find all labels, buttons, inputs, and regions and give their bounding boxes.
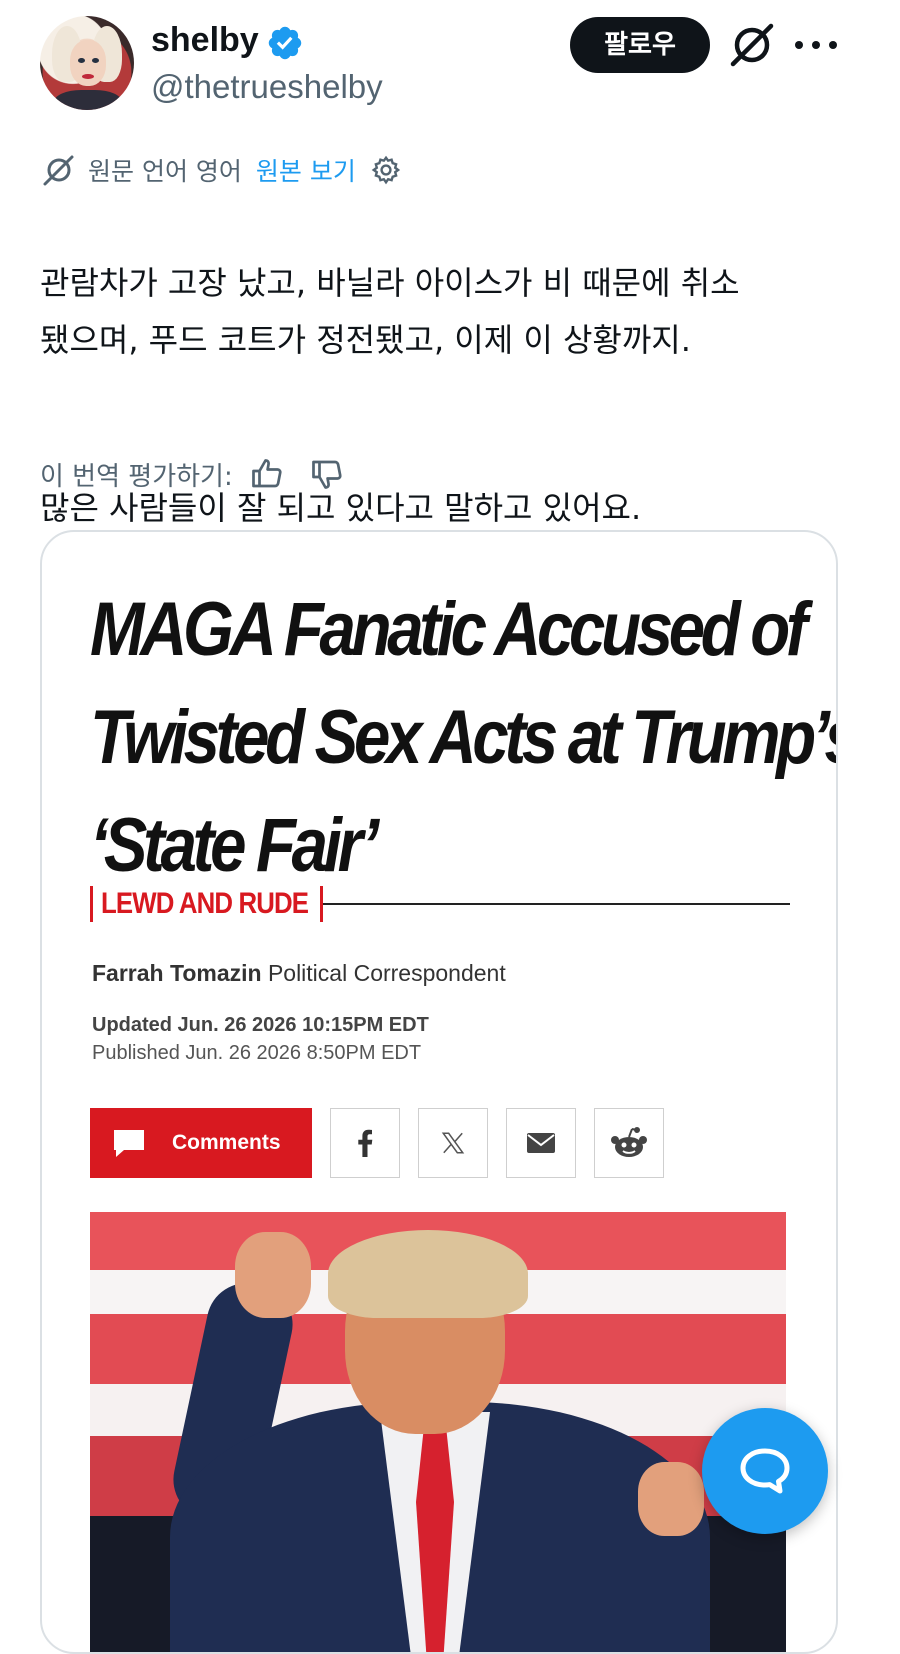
chat-bubble-icon[interactable] [702, 1408, 828, 1534]
gear-icon[interactable] [370, 154, 402, 186]
kicker-label: LEWD AND RUDE [101, 887, 309, 920]
rate-translation: 이 번역 평가하기: [40, 452, 345, 496]
kicker-rule [322, 903, 790, 905]
reddit-icon [594, 1108, 664, 1178]
share-row: Comments [90, 1108, 664, 1180]
display-name[interactable]: shelby [151, 18, 259, 62]
comments-label: Comments [172, 1131, 281, 1154]
byline-role: Political Correspondent [267, 960, 506, 986]
comment-icon [114, 1130, 144, 1157]
byline: Farrah Tomazin Political Correspondent [92, 960, 506, 987]
kicker-divider [90, 886, 93, 922]
grok-translate-icon [43, 155, 74, 186]
byline-name: Farrah Tomazin [92, 960, 262, 986]
translation-bar: 원문 언어 영어 원본 보기 [40, 150, 402, 190]
follow-button[interactable]: 팔로우 [570, 17, 710, 73]
email-icon [506, 1108, 576, 1178]
original-language-label: 원문 언어 영어 [88, 157, 242, 186]
published-timestamp: Published Jun. 26 2026 8:50PM EDT [92, 1042, 422, 1064]
tweet-paragraph: 관람차가 고장 났고, 바닐라 아이스가 비 때문에 취소 됐으며, 푸드 코트… [40, 264, 740, 359]
rate-label: 이 번역 평가하기: [40, 461, 233, 492]
comments-button: Comments [90, 1108, 312, 1178]
user-handle[interactable]: @thetrueshelby [151, 66, 383, 108]
x-icon [418, 1108, 488, 1178]
facebook-icon [330, 1108, 400, 1178]
thumbs-down-icon[interactable] [309, 456, 345, 492]
more-icon[interactable] [795, 28, 837, 62]
updated-timestamp: Updated Jun. 26 2026 10:15PM EDT [92, 1014, 429, 1036]
avatar[interactable] [40, 16, 134, 110]
verified-badge-icon [268, 26, 302, 60]
kicker-row: LEWD AND RUDE [90, 882, 790, 926]
article-headline: MAGA Fanatic Accused of Twisted Sex Acts… [90, 576, 838, 900]
show-original-link[interactable]: 원본 보기 [256, 152, 356, 188]
headline-line: Twisted Sex Acts at Trump’s [90, 695, 838, 780]
article-photo [90, 1212, 786, 1652]
thumbs-up-icon[interactable] [249, 456, 285, 492]
grok-icon[interactable] [727, 20, 777, 70]
headline-line: MAGA Fanatic Accused of [90, 587, 808, 672]
